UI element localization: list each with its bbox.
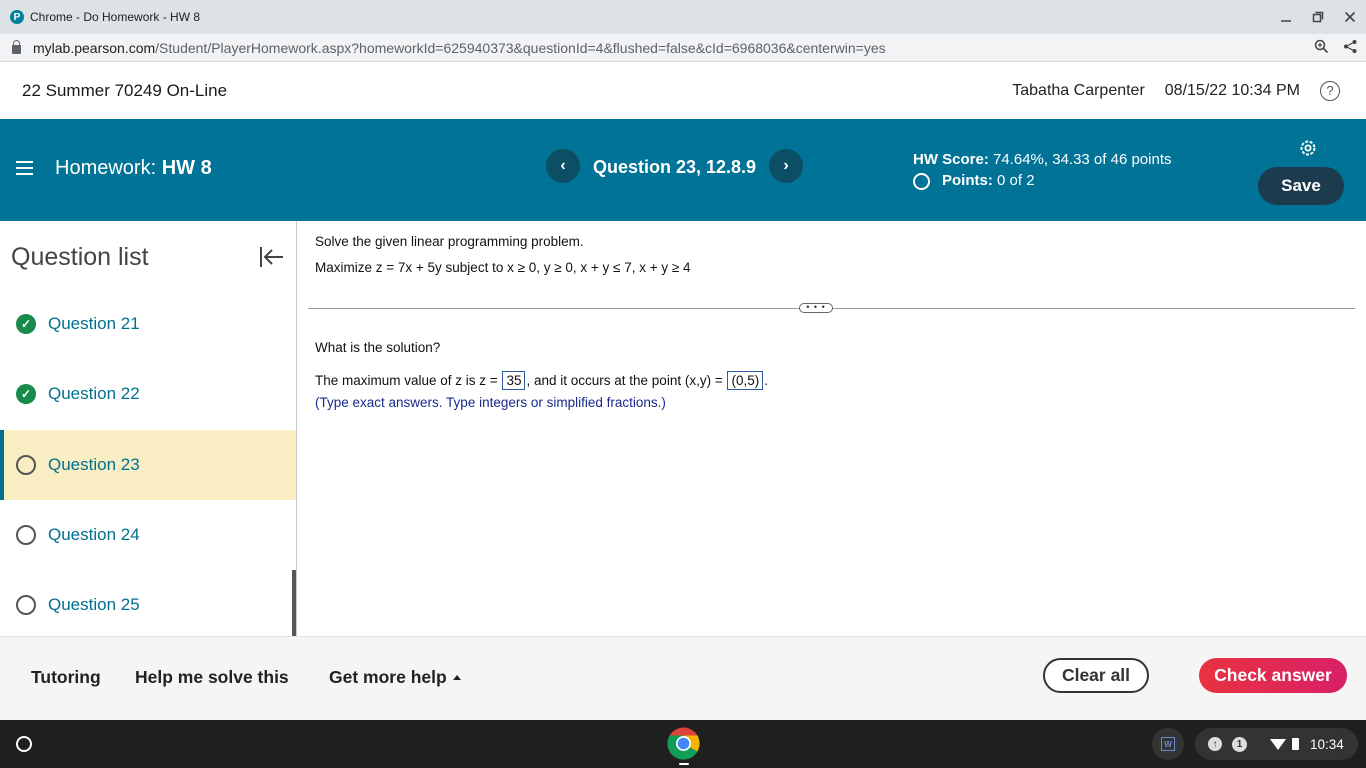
homework-name: HW 8	[161, 157, 212, 179]
question-list-title: Question list	[11, 243, 149, 271]
hamburger-icon[interactable]	[16, 161, 33, 175]
word-letter: W	[1161, 737, 1175, 751]
share-icon[interactable]	[1343, 39, 1358, 57]
header-user-info: Tabatha Carpenter 08/15/22 10:34 PM ?	[1012, 62, 1340, 119]
question-content: Solve the given linear programming probl…	[297, 221, 1366, 636]
upload-icon: ↑	[1208, 737, 1222, 751]
answer-line: The maximum value of z is z = 35, and it…	[315, 371, 768, 390]
chevron-right-icon: ›	[783, 157, 789, 174]
question-problem: Maximize z = 7x + 5y subject to x ≥ 0, y…	[315, 260, 691, 275]
url-host: mylab.pearson.com	[33, 39, 156, 56]
sidebar-item-question-24[interactable]: Question 24	[0, 500, 296, 570]
divider-handle[interactable]: • • •	[799, 303, 833, 313]
restore-icon[interactable]	[1302, 0, 1334, 34]
chrome-icon[interactable]	[667, 727, 700, 760]
course-header: 22 Summer 70249 On-Line Tabatha Carpente…	[0, 62, 1366, 119]
sidebar-scrollbar[interactable]	[292, 570, 296, 636]
tutoring-link[interactable]: Tutoring	[31, 667, 101, 688]
homework-title: Homework: HW 8	[55, 157, 212, 180]
hw-score: HW Score: 74.64%, 34.33 of 46 points	[913, 149, 1172, 170]
sidebar-item-label: Question 24	[48, 525, 140, 544]
url-text[interactable]: mylab.pearson.com/Student/PlayerHomework…	[33, 40, 886, 56]
close-icon[interactable]	[1334, 0, 1366, 34]
address-bar[interactable]: mylab.pearson.com/Student/PlayerHomework…	[0, 34, 1366, 62]
launcher-icon[interactable]	[16, 736, 32, 752]
homework-label: Homework:	[55, 157, 157, 179]
window-titlebar: P Chrome - Do Homework - HW 8	[0, 0, 1366, 34]
question-list-panel: Question list ✓ Question 21 ✓ Question 2…	[0, 221, 297, 636]
empty-circle-icon	[913, 173, 930, 190]
check-circle-icon: ✓	[16, 314, 36, 334]
collapse-panel-icon[interactable]	[259, 245, 285, 269]
get-more-help-menu[interactable]: Get more help	[329, 667, 461, 688]
points-label: Points:	[942, 172, 993, 189]
caret-up-icon	[452, 675, 461, 680]
help-me-solve-link[interactable]: Help me solve this	[135, 667, 289, 688]
zoom-icon[interactable]	[1314, 39, 1329, 57]
score-panel: HW Score: 74.64%, 34.33 of 46 points Poi…	[913, 149, 1172, 191]
solution-prompt: What is the solution?	[315, 340, 441, 355]
empty-circle-icon	[16, 455, 36, 475]
points-row: Points: 0 of 2	[913, 170, 1172, 191]
os-taskbar: W ↑ 1 10:34	[0, 720, 1366, 768]
notification-count: 1	[1232, 736, 1247, 752]
battery-icon	[1292, 738, 1299, 750]
sidebar-item-label: Question 25	[48, 595, 140, 614]
question-title: Question 23, 12.8.9	[593, 157, 757, 177]
lock-icon[interactable]	[12, 40, 21, 54]
course-name: 22 Summer 70249 On-Line	[22, 80, 228, 100]
sidebar-item-question-22[interactable]: ✓ Question 22	[0, 359, 296, 429]
user-name: Tabatha Carpenter	[1012, 81, 1145, 99]
sidebar-item-label: Question 23	[48, 455, 140, 474]
points-value: 0 of 2	[997, 172, 1035, 189]
header-datetime: 08/15/22 10:34 PM	[1164, 81, 1300, 99]
sidebar-item-question-25[interactable]: Question 25	[0, 570, 296, 636]
answer-prefix: The maximum value of z is z =	[315, 373, 498, 388]
answer-hint: (Type exact answers. Type integers or si…	[315, 395, 666, 410]
sidebar-item-question-21[interactable]: ✓ Question 21	[0, 289, 296, 359]
save-button[interactable]: Save	[1258, 167, 1344, 205]
help-icon[interactable]: ?	[1320, 80, 1340, 101]
check-circle-icon: ✓	[16, 384, 36, 404]
pearson-favicon-icon: P	[10, 10, 24, 24]
system-tray[interactable]: ↑ 1 10:34	[1195, 728, 1358, 760]
hw-score-value: 74.64%, 34.33 of 46 points	[993, 151, 1172, 168]
answer-point-field[interactable]: (0,5)	[727, 371, 764, 390]
url-path: /Student/PlayerHomework.aspx?homeworkId=…	[155, 39, 886, 56]
next-question-button[interactable]: ›	[769, 149, 803, 183]
clear-all-button[interactable]: Clear all	[1043, 658, 1149, 693]
wifi-icon	[1270, 738, 1286, 750]
minimize-icon[interactable]	[1270, 0, 1302, 34]
previous-question-button[interactable]: ‹	[546, 149, 580, 183]
active-app-indicator	[679, 763, 689, 765]
check-answer-button[interactable]: Check answer	[1199, 658, 1347, 693]
empty-circle-icon	[16, 595, 36, 615]
window-controls	[1270, 0, 1366, 34]
window-title: Chrome - Do Homework - HW 8	[30, 10, 201, 24]
chevron-left-icon: ‹	[560, 157, 566, 174]
answer-suffix: .	[764, 373, 768, 388]
get-more-help-label: Get more help	[329, 667, 447, 687]
sidebar-item-question-23[interactable]: Question 23	[0, 430, 296, 500]
sidebar-item-label: Question 22	[48, 384, 140, 403]
word-app-icon[interactable]: W	[1152, 728, 1184, 760]
homework-bar: Homework: HW 8 ‹ Question 23, 12.8.9 › H…	[0, 119, 1366, 221]
gear-icon[interactable]	[1298, 138, 1318, 158]
empty-circle-icon	[16, 525, 36, 545]
answer-z-field[interactable]: 35	[502, 371, 526, 390]
bottom-action-bar: Tutoring Help me solve this Get more hel…	[0, 636, 1366, 720]
hw-score-label: HW Score:	[913, 151, 989, 168]
question-instruction: Solve the given linear programming probl…	[315, 234, 584, 249]
clock: 10:34	[1310, 736, 1344, 752]
answer-middle: , and it occurs at the point (x,y) =	[526, 373, 723, 388]
sidebar-item-label: Question 21	[48, 314, 140, 333]
address-bar-actions	[1314, 34, 1358, 62]
